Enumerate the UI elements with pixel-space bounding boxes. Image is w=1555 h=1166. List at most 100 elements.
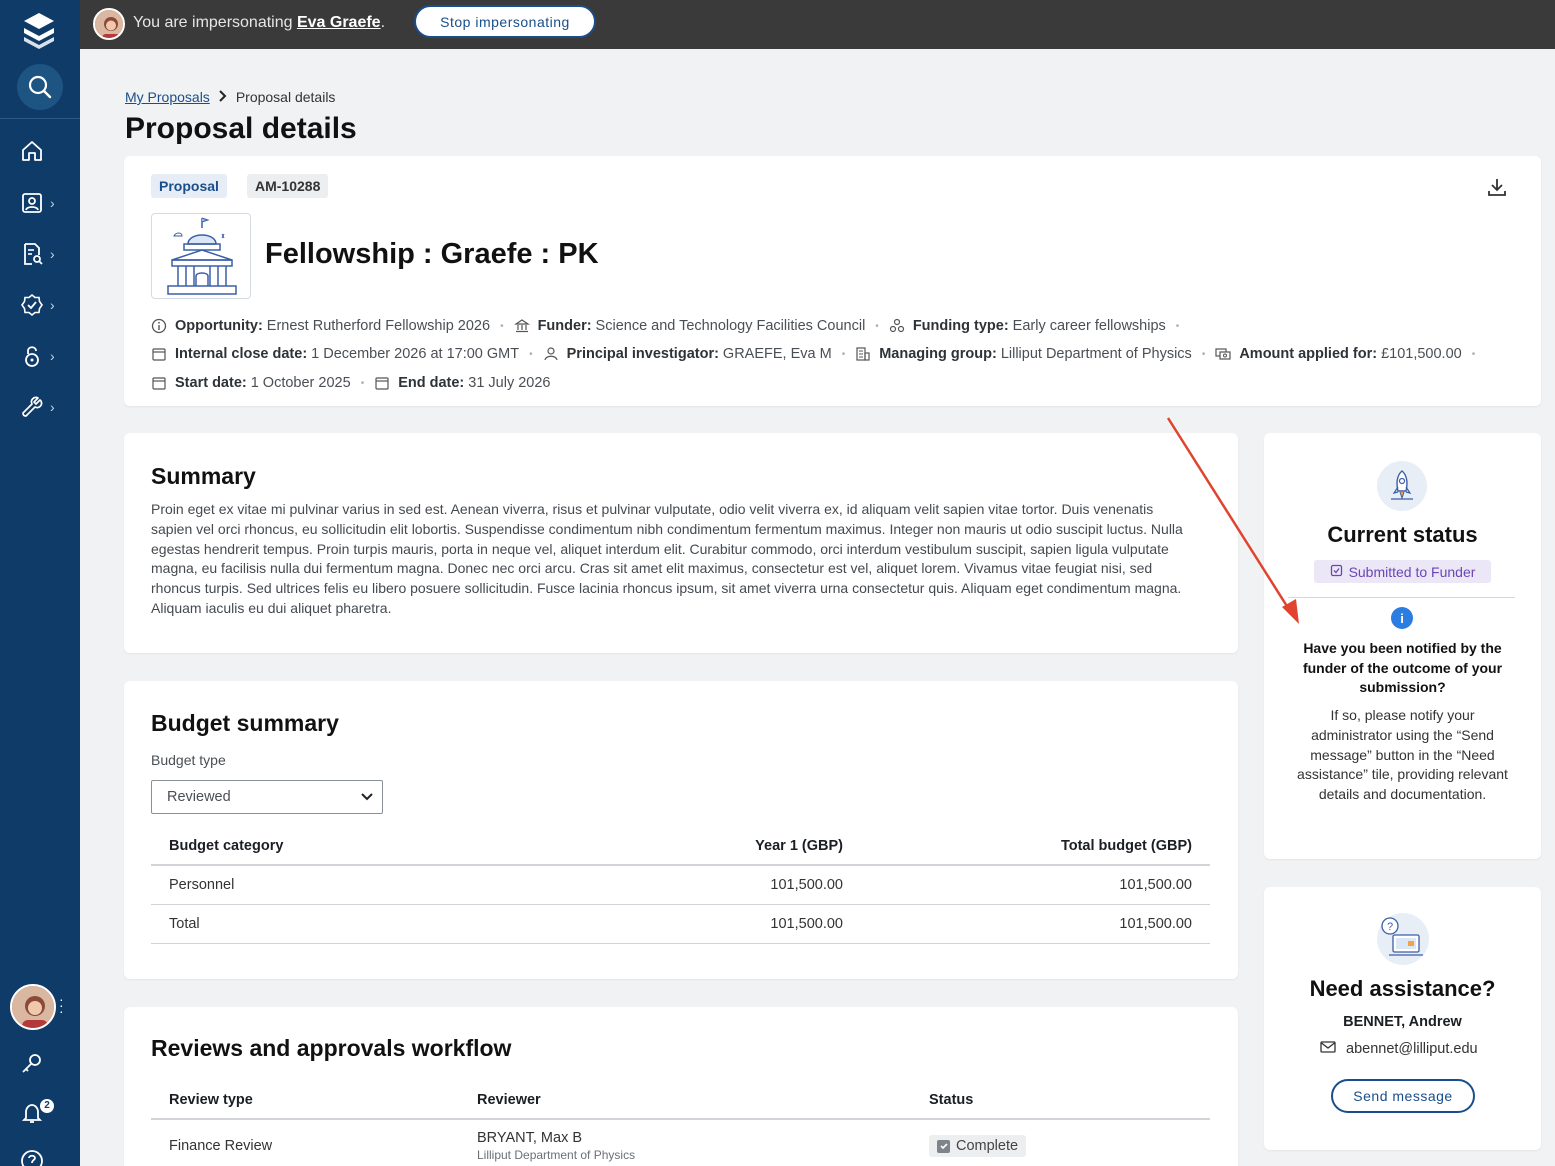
key-icon (14, 1045, 50, 1081)
person-icon (543, 346, 559, 362)
breadcrumb-my-proposals[interactable]: My Proposals (125, 89, 210, 105)
budget-category-cell: Personnel (151, 865, 671, 905)
document-search-icon (14, 236, 50, 272)
separator-dot: • (1201, 348, 1206, 360)
column-header: Total budget (GBP) (861, 827, 1210, 866)
pi-label: Principal investigator: (566, 346, 719, 362)
sidebar-item-documents[interactable]: › (14, 236, 70, 272)
calendar-icon (374, 375, 390, 391)
budget-type-value: Reviewed (167, 789, 231, 805)
funding-type-value: Early career fellowships (1012, 318, 1166, 334)
table-row: Personnel 101,500.00 101,500.00 (151, 865, 1210, 905)
svg-text:?: ? (1387, 921, 1393, 933)
info-icon: i (1391, 607, 1413, 629)
download-icon[interactable] (1486, 176, 1508, 198)
end-date-value: 31 July 2026 (468, 375, 551, 391)
notification-count-badge: 2 (40, 1099, 54, 1113)
sidebar-item-approvals[interactable]: › (14, 287, 70, 323)
home-icon (14, 133, 50, 169)
sidebar-item-security[interactable]: › (14, 338, 70, 374)
budget-title: Budget summary (151, 710, 339, 736)
user-avatar[interactable] (10, 984, 56, 1030)
status-cell: Complete (911, 1119, 1210, 1166)
separator-dot: • (529, 348, 533, 360)
building-icon (855, 346, 871, 362)
lock-icon (14, 338, 50, 374)
proposal-header-card (124, 156, 1541, 406)
impersonated-user-link[interactable]: Eva Graefe (297, 14, 381, 31)
funder-label: Funder: (537, 318, 592, 334)
summary-title: Summary (151, 463, 256, 489)
chevron-right-icon (218, 89, 228, 105)
funding-type-icon (889, 318, 905, 334)
chevron-right-icon: › (50, 246, 55, 262)
search-icon (28, 75, 52, 99)
table-row: Finance Review BRYANT, Max B Lilliput De… (151, 1119, 1210, 1166)
sidebar-item-keys[interactable] (14, 1045, 70, 1081)
chevron-right-icon: › (50, 399, 55, 415)
funder-building-image (151, 213, 251, 299)
impersonation-message: You are impersonating Eva Graefe. (133, 14, 385, 32)
managing-group-value: Lilliput Department of Physics (1000, 346, 1192, 362)
end-date-label: End date: (398, 375, 465, 391)
send-message-button[interactable]: Send message (1331, 1079, 1475, 1113)
impersonation-suffix: . (380, 14, 386, 31)
impersonation-bar: You are impersonating Eva Graefe. Stop i… (80, 0, 1555, 49)
summary-text: Proin eget ex vitae mi pulvinar varius i… (151, 501, 1183, 616)
sidebar-item-home[interactable] (14, 133, 70, 169)
pi-value: GRAEFE, Eva M (722, 346, 832, 362)
chevron-right-icon: › (50, 348, 55, 364)
more-options-icon[interactable]: · · · (59, 992, 64, 1018)
proposal-meta-row-3: Start date: 1 October 2025 • End date: 31 … (151, 375, 551, 391)
proposal-meta-row-2: Internal close date: 1 December 2026 at 1… (151, 346, 1485, 362)
year1-cell: 101,500.00 (671, 865, 861, 905)
search-button[interactable] (17, 64, 63, 110)
budget-table-header: Budget category Year 1 (GBP) Total budge… (151, 827, 1210, 866)
column-header: Reviewer (459, 1081, 911, 1120)
status-badge: Complete (929, 1135, 1027, 1158)
separator-dot: • (875, 320, 879, 332)
amount-value: £101,500.00 (1381, 346, 1462, 362)
workflow-table-header: Review type Reviewer Status (151, 1081, 1210, 1120)
separator-dot: • (1471, 348, 1476, 360)
separator-dot: • (500, 320, 504, 332)
stop-impersonating-button[interactable]: Stop impersonating (414, 5, 596, 38)
reviewer-group: Lilliput Department of Physics (477, 1148, 636, 1163)
opportunity-label: Opportunity: (175, 318, 263, 334)
reviewer-cell: BRYANT, Max B Lilliput Department of Phy… (459, 1119, 911, 1166)
budget-table: Budget category Year 1 (GBP) Total budge… (151, 827, 1210, 944)
calendar-icon (151, 346, 167, 362)
divider (1288, 597, 1515, 598)
proposal-id-chip: AM-10288 (247, 174, 329, 198)
wrench-icon (14, 389, 50, 425)
status-badge-label: Submitted to Funder (1348, 563, 1476, 580)
mail-icon (1320, 1041, 1336, 1057)
chevron-down-icon (360, 790, 374, 804)
proposal-meta-row-1: Opportunity: Ernest Rutherford Fellowship… (151, 318, 1189, 334)
checkbox-checked-icon (937, 1139, 950, 1153)
clipboard-check-icon (1330, 564, 1343, 580)
need-assistance-title: Need assistance? (1309, 976, 1496, 1001)
rocket-icon (1377, 461, 1427, 511)
amount-label: Amount applied for: (1239, 346, 1378, 362)
info-circle-icon (151, 318, 167, 334)
start-date-value: 1 October 2025 (250, 375, 351, 391)
page-title: Proposal details (125, 112, 357, 145)
sidebar-item-help[interactable] (14, 1143, 70, 1166)
sidebar-item-tools[interactable]: › (14, 389, 70, 425)
proposal-title: Fellowship : Graefe : PK (265, 238, 599, 270)
column-header: Year 1 (GBP) (671, 827, 861, 866)
outcome-question: Have you been notified by the funder of … (1302, 640, 1503, 696)
budget-type-select[interactable]: Reviewed (151, 780, 383, 814)
breadcrumb: My Proposals Proposal details (125, 89, 335, 105)
breadcrumb-current: Proposal details (235, 89, 336, 105)
review-type-cell: Finance Review (151, 1119, 459, 1166)
admin-email-address[interactable]: abennet@lilliput.edu (1346, 1041, 1478, 1057)
app-logo-icon[interactable] (18, 10, 60, 52)
funding-type-label: Funding type: (912, 318, 1009, 334)
sidebar-item-profile[interactable]: › (14, 185, 70, 221)
internal-close-label: Internal close date: (175, 346, 308, 362)
badge-check-icon (14, 287, 50, 323)
admin-name: BENNET, Andrew (1343, 1014, 1462, 1030)
status-label: Complete (956, 1138, 1019, 1155)
